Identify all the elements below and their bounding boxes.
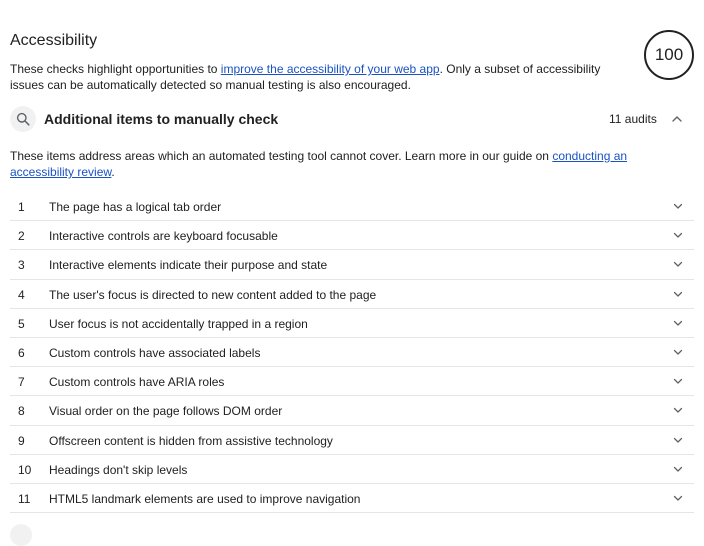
audit-title: Custom controls have associated labels [49, 345, 261, 360]
score-gauge: 100 [643, 29, 695, 81]
chevron-up-icon[interactable] [670, 112, 684, 126]
audit-row[interactable]: 3 Interactive elements indicate their pu… [10, 250, 694, 280]
chevron-down-icon[interactable] [672, 200, 684, 212]
chevron-down-icon[interactable] [672, 317, 684, 329]
group-title: Additional items to manually check [44, 111, 279, 127]
chevron-down-icon[interactable] [672, 404, 684, 416]
audit-title: User focus is not accidentally trapped i… [49, 316, 308, 331]
audit-title: HTML5 landmark elements are used to impr… [49, 491, 361, 506]
audit-number: 1 [18, 200, 25, 214]
audit-row[interactable]: 8 Visual order on the page follows DOM o… [10, 396, 694, 426]
audit-title: Interactive elements indicate their purp… [49, 258, 328, 273]
audit-list: 1 The page has a logical tab order 2 Int… [10, 192, 694, 514]
audit-row[interactable]: 11 HTML5 landmark elements are used to i… [10, 484, 694, 514]
audit-number: 4 [18, 287, 25, 302]
audit-title: Offscreen content is hidden from assisti… [49, 433, 333, 448]
audit-row[interactable]: 7 Custom controls have ARIA roles [10, 367, 694, 397]
chevron-down-icon[interactable] [672, 492, 684, 504]
manual-checks-group-header[interactable]: Additional items to manually check 11 au… [10, 106, 694, 132]
audit-number: 3 [18, 258, 25, 273]
chevron-down-icon[interactable] [672, 258, 684, 270]
category-title: Accessibility [10, 32, 98, 49]
audit-number: 10 [18, 462, 32, 477]
audit-title: Headings don't skip levels [49, 462, 188, 477]
audit-number: 2 [18, 229, 25, 244]
chevron-down-icon[interactable] [672, 288, 684, 300]
category-description-pre: These checks highlight opportunities to [10, 62, 221, 76]
chevron-down-icon[interactable] [672, 375, 684, 387]
score-value: 100 [654, 45, 684, 64]
audit-title: Interactive controls are keyboard focusa… [49, 229, 278, 244]
audit-number: 5 [18, 316, 25, 331]
audit-row[interactable]: 10 Headings don't skip levels [10, 455, 694, 484]
group-description: These items address areas which an autom… [10, 148, 694, 180]
next-group-icon [10, 524, 32, 546]
chevron-down-icon[interactable] [672, 346, 684, 358]
chevron-down-icon[interactable] [672, 229, 684, 241]
audit-row[interactable]: 5 User focus is not accidentally trapped… [10, 309, 694, 338]
chevron-down-icon[interactable] [672, 434, 684, 446]
audit-title: The user's focus is directed to new cont… [49, 287, 377, 302]
audit-row[interactable]: 6 Custom controls have associated labels [10, 338, 694, 368]
audit-count: 11 audits [609, 112, 657, 126]
audit-row[interactable]: 2 Interactive controls are keyboard focu… [10, 221, 694, 251]
audit-number: 7 [18, 375, 25, 390]
category-header: Accessibility These checks highlight opp… [10, 0, 694, 100]
accessibility-report: Accessibility These checks highlight opp… [10, 0, 694, 514]
group-description-pre: These items address areas which an autom… [10, 149, 553, 163]
accessibility-link[interactable]: improve the accessibility of your web ap… [221, 62, 440, 76]
chevron-down-icon[interactable] [672, 463, 684, 475]
audit-row[interactable]: 4 The user's focus is directed to new co… [10, 280, 694, 309]
category-description: These checks highlight opportunities to … [10, 61, 610, 93]
audit-number: 6 [18, 345, 25, 360]
audit-number: 9 [18, 433, 25, 448]
group-description-post: . [111, 165, 115, 179]
search-icon [10, 106, 36, 132]
audit-row[interactable]: 1 The page has a logical tab order [10, 192, 694, 222]
audit-number: 8 [18, 404, 25, 419]
audit-title: Custom controls have ARIA roles [49, 375, 225, 390]
audit-title: Visual order on the page follows DOM ord… [49, 404, 283, 419]
audit-row[interactable]: 9 Offscreen content is hidden from assis… [10, 426, 694, 455]
audit-number: 11 [18, 491, 31, 506]
audit-title: The page has a logical tab order [49, 200, 222, 214]
